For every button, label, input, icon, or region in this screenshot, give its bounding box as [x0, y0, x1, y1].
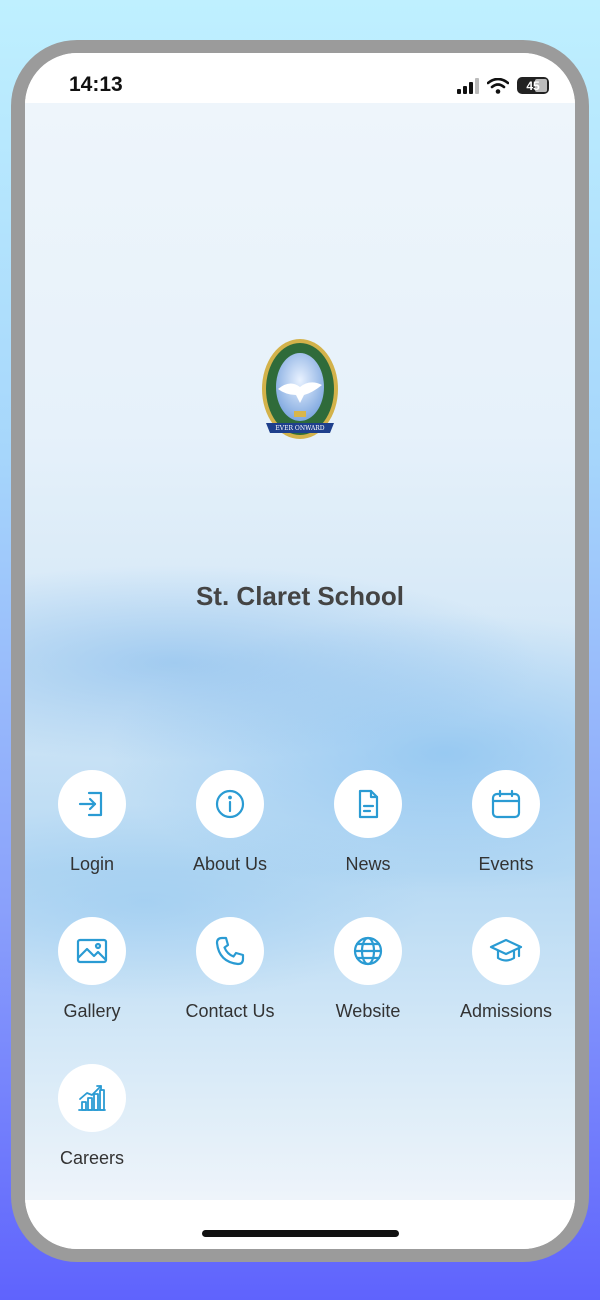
phone-icon [215, 936, 245, 966]
menu-item-label: Gallery [63, 1001, 121, 1021]
menu-item-careers[interactable]: Careers [27, 1064, 157, 1169]
login-icon [78, 791, 103, 817]
menu-item-label: Contact Us [185, 1001, 275, 1021]
menu-item-label: About Us [192, 854, 268, 874]
career-chart-icon [78, 1085, 106, 1111]
school-name: St. Claret School [195, 581, 405, 611]
menu-item-events[interactable]: Events [441, 770, 571, 875]
menu-item-label: Login [69, 854, 115, 874]
menu-item-admissions[interactable]: Admissions [441, 917, 571, 1022]
menu-item-label: Careers [59, 1148, 125, 1168]
menu-item-contact-us[interactable]: Contact Us [165, 917, 295, 1022]
battery-icon: 45 [517, 77, 549, 94]
bottom-safe-area [25, 1200, 575, 1249]
app-content: EVER ONWARD St. Claret School Login Abou… [25, 103, 575, 1200]
wifi-icon [487, 77, 509, 94]
info-icon [215, 789, 245, 819]
menu-item-label: Events [478, 854, 534, 874]
cellular-signal-icon [457, 77, 479, 94]
calendar-icon [491, 789, 521, 819]
menu-item-login[interactable]: Login [27, 770, 157, 875]
school-logo: EVER ONWARD [262, 339, 338, 439]
document-icon [358, 789, 379, 819]
logo-motto: EVER ONWARD [275, 425, 324, 432]
battery-level: 45 [526, 78, 540, 93]
home-indicator[interactable] [202, 1230, 399, 1237]
menu-item-label: News [345, 854, 391, 874]
status-time: 14:13 [69, 73, 123, 96]
menu-item-label: Website [335, 1001, 401, 1021]
menu-item-about-us[interactable]: About Us [165, 770, 295, 875]
graduation-cap-icon [489, 938, 523, 962]
phone-screen: 14:13 45 EVER ONWARD St. Claret School L… [25, 53, 575, 1249]
menu-item-website[interactable]: Website [303, 917, 433, 1022]
status-icons: 45 [457, 77, 549, 94]
menu-item-gallery[interactable]: Gallery [27, 917, 157, 1022]
status-bar: 14:13 45 [25, 53, 575, 103]
menu-item-label: Admissions [459, 1001, 553, 1021]
image-icon [76, 938, 108, 964]
globe-icon [353, 936, 383, 966]
menu-item-news[interactable]: News [303, 770, 433, 875]
